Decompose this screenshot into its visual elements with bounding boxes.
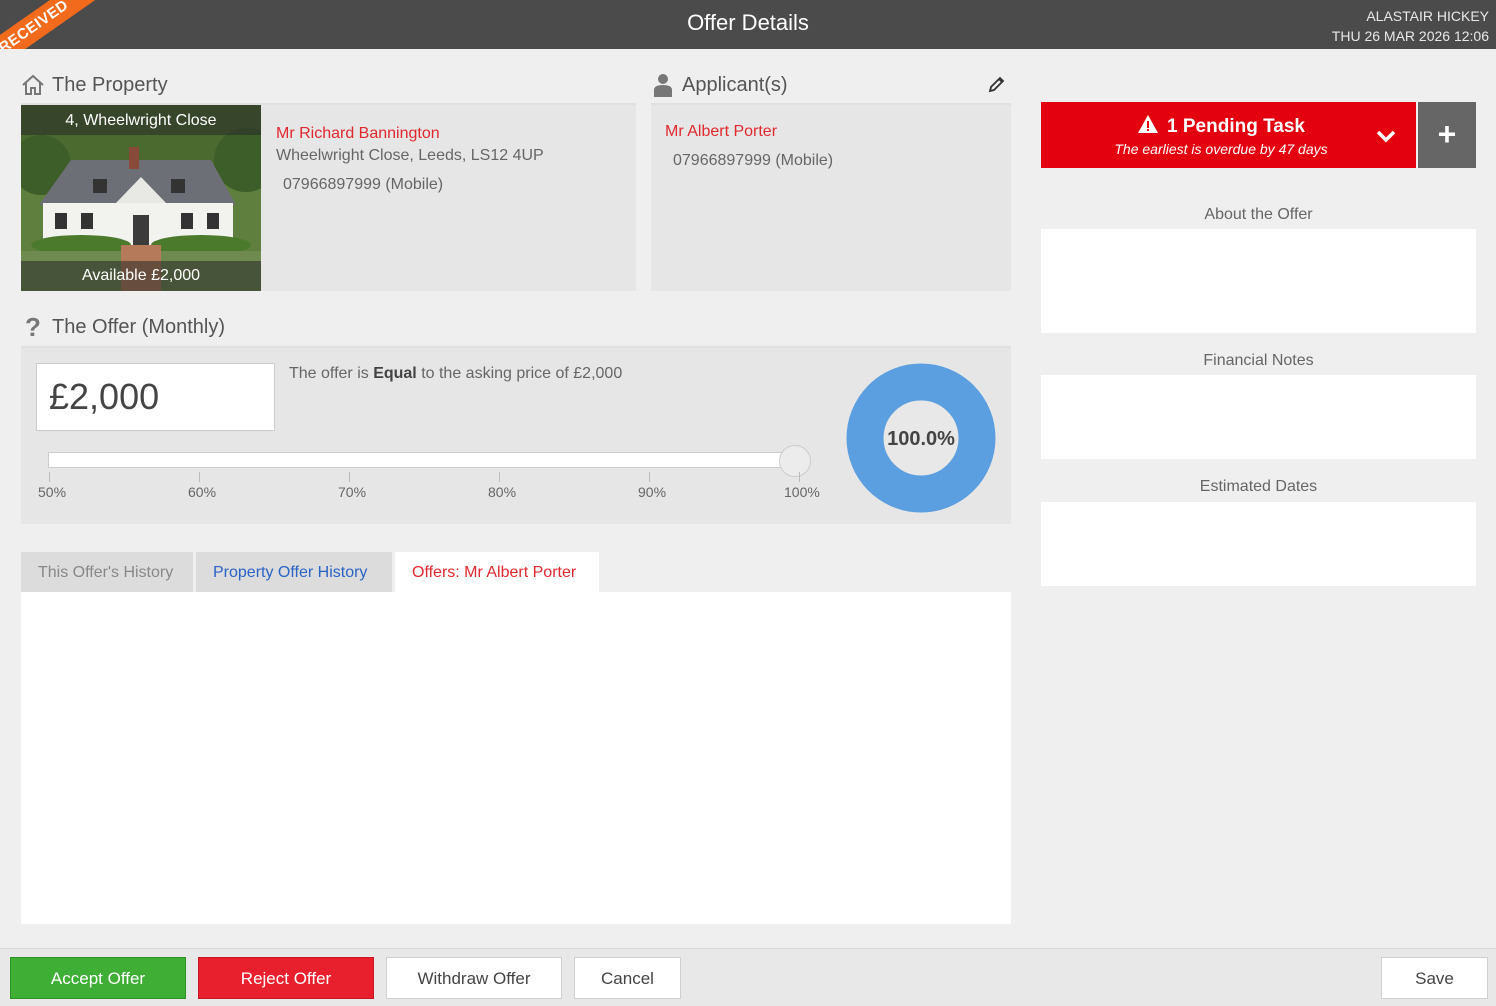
slider-tick-label: 50%	[38, 484, 67, 500]
chevron-down-icon[interactable]	[1374, 124, 1398, 148]
slider-tick-label: 100%	[784, 484, 820, 500]
offer-text-comparison: Equal	[373, 365, 417, 382]
slider-tick	[349, 472, 350, 482]
owner-name-link[interactable]: Mr Richard Bannington	[276, 123, 544, 145]
slider-tick-label: 80%	[488, 484, 517, 500]
slider-tick	[199, 472, 200, 482]
applicant-phone: 07966897999 (Mobile)	[673, 152, 834, 169]
person-icon	[650, 72, 676, 98]
slider-tick-label: 70%	[338, 484, 367, 500]
tab-this-offers-history[interactable]: This Offer's History	[21, 552, 193, 592]
current-datetime: THU 26 MAR 2026 12:06	[1331, 28, 1489, 44]
accept-offer-button[interactable]: Accept Offer	[10, 957, 186, 999]
pending-task-subtitle: The earliest is overdue by 47 days	[1114, 141, 1328, 157]
question-icon: ?	[25, 311, 41, 342]
financial-notes-label: Financial Notes	[1203, 352, 1314, 369]
page-title: Offer Details	[687, 10, 809, 35]
slider-tick	[499, 472, 500, 482]
tab-content	[21, 592, 1011, 924]
offer-heading-label: The Offer (Monthly)	[52, 315, 226, 338]
offer-heading: ? The Offer (Monthly)	[20, 311, 226, 342]
property-availability-caption: Available £2,000	[21, 261, 261, 291]
applicant-name-link[interactable]: Mr Albert Porter	[665, 123, 777, 141]
offer-percentage-donut: 100.0%	[846, 363, 996, 513]
estimated-dates-field[interactable]	[1041, 502, 1476, 586]
property-heading-label: The Property	[52, 73, 168, 96]
footer-bar: Accept Offer Reject Offer Withdraw Offer…	[0, 948, 1496, 1006]
user-name: ALASTAIR HICKEY	[1366, 8, 1489, 24]
pending-task-title: 1 Pending Task	[1041, 114, 1401, 138]
applicants-heading: Applicant(s)	[650, 72, 788, 98]
property-panel: 4, Wheelwright Close Available £2,000 Mr…	[21, 103, 636, 291]
about-offer-label: About the Offer	[1204, 206, 1313, 223]
save-button[interactable]: Save	[1381, 957, 1488, 999]
cancel-button[interactable]: Cancel	[574, 957, 681, 999]
slider-tick	[649, 472, 650, 482]
property-photo[interactable]: 4, Wheelwright Close Available £2,000	[21, 105, 261, 291]
financial-notes-field[interactable]	[1041, 375, 1476, 459]
withdraw-offer-button[interactable]: Withdraw Offer	[386, 957, 562, 999]
offer-panel: £2,000 The offer is Equal to the asking …	[21, 346, 1011, 524]
tab-property-offer-history[interactable]: Property Offer History	[196, 552, 392, 592]
pending-task-title-text: 1 Pending Task	[1167, 116, 1305, 137]
top-bar: RECEIVED Offer Details ALASTAIR HICKEY T…	[0, 0, 1496, 49]
offer-comparison-text: The offer is Equal to the asking price o…	[289, 365, 622, 383]
user-info: ALASTAIR HICKEY THU 26 MAR 2026 12:06	[1332, 6, 1489, 46]
applicants-heading-label: Applicant(s)	[682, 73, 788, 96]
property-heading: The Property	[20, 72, 168, 98]
property-address-caption: 4, Wheelwright Close	[21, 105, 261, 135]
about-offer-field[interactable]	[1041, 229, 1476, 333]
reject-offer-button[interactable]: Reject Offer	[198, 957, 374, 999]
pending-task-banner[interactable]: 1 Pending Task The earliest is overdue b…	[1041, 102, 1416, 168]
home-icon	[20, 72, 46, 98]
warning-icon	[1138, 115, 1159, 133]
applicant-panel: Mr Albert Porter 07966897999 (Mobile)	[651, 103, 1011, 291]
slider-tick-label: 90%	[638, 484, 667, 500]
owner-phone: 07966897999 (Mobile)	[283, 176, 444, 193]
edit-icon[interactable]	[987, 74, 1007, 94]
offer-text-suffix: to the asking price of £2,000	[416, 365, 623, 382]
slider-tick	[799, 472, 800, 482]
offer-slider-handle[interactable]	[779, 445, 811, 477]
offer-amount-input[interactable]: £2,000	[36, 363, 275, 431]
donut-percentage-label: 100.0%	[887, 428, 955, 450]
history-tabs: This Offer's History Property Offer Hist…	[21, 552, 602, 592]
add-task-button[interactable]: +	[1418, 102, 1476, 168]
offer-text-prefix: The offer is	[289, 365, 374, 382]
estimated-dates-label: Estimated Dates	[1199, 478, 1318, 495]
tab-applicant-offers[interactable]: Offers: Mr Albert Porter	[395, 552, 599, 592]
slider-tick	[49, 472, 50, 482]
owner-address: Wheelwright Close, Leeds, LS12 4UP	[276, 147, 544, 164]
offer-slider-track[interactable]	[48, 452, 808, 468]
owner-details: Mr Richard Bannington Wheelwright Close,…	[276, 123, 544, 196]
slider-tick-label: 60%	[188, 484, 217, 500]
